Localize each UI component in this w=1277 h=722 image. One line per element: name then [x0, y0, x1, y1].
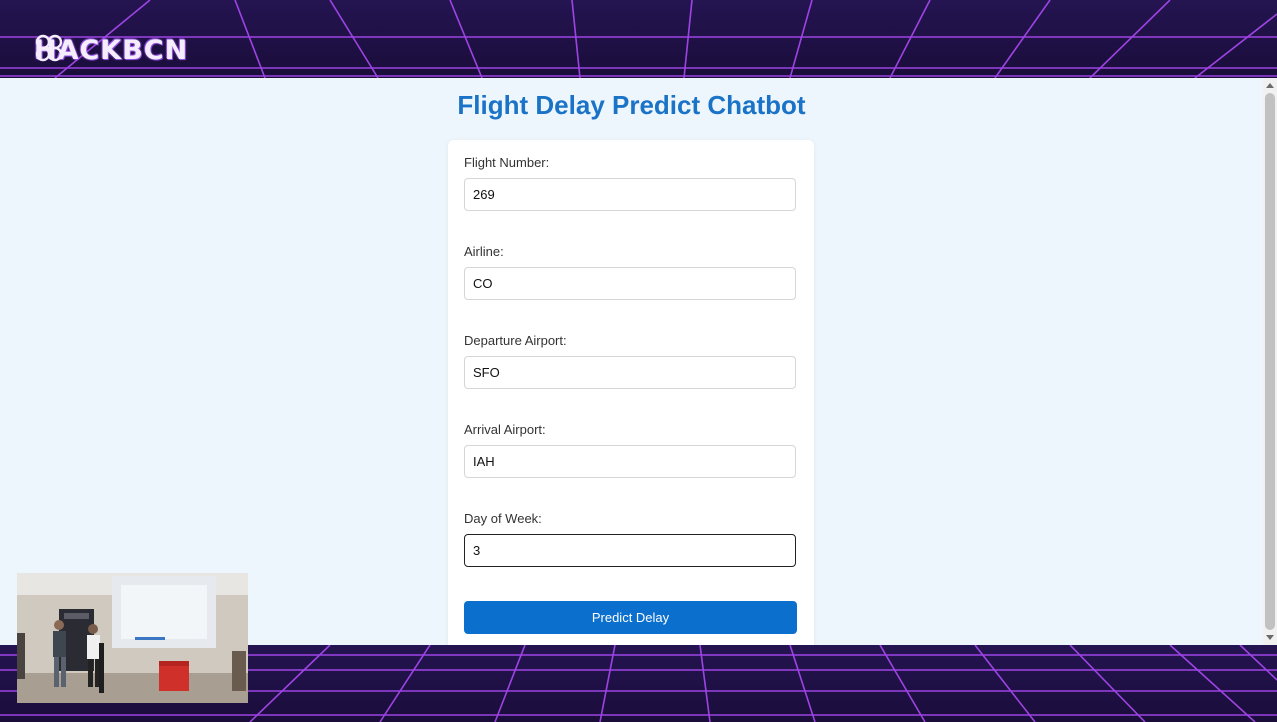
scroll-up-icon[interactable] — [1266, 83, 1274, 88]
prediction-form: Flight Number: Airline: Departure Airpor… — [448, 140, 814, 645]
logo-knot-icon — [35, 34, 63, 62]
page-title: Flight Delay Predict Chatbot — [457, 90, 806, 120]
flight-number-label: Flight Number: — [464, 155, 550, 170]
airline-input[interactable] — [464, 267, 796, 300]
webcam-scene-image — [17, 573, 248, 703]
vertical-scrollbar[interactable] — [1263, 78, 1277, 645]
flight-number-input[interactable] — [464, 178, 796, 211]
browser-viewport: Flight Delay Predict Chatbot Flight Numb… — [0, 78, 1277, 645]
arrival-airport-input[interactable] — [464, 445, 796, 478]
departure-airport-input[interactable] — [464, 356, 796, 389]
header-band: HACKBCN — [0, 0, 1277, 78]
webcam-overlay — [17, 573, 248, 703]
scroll-thumb[interactable] — [1265, 93, 1275, 630]
stream-frame: HACKBCN Flight Delay Predict Chatbot Fli… — [0, 0, 1277, 722]
arrival-airport-label: Arrival Airport: — [464, 422, 546, 437]
hackbcn-logo: HACKBCN — [34, 33, 188, 67]
airline-label: Airline: — [464, 244, 504, 259]
scroll-down-icon[interactable] — [1266, 635, 1274, 640]
departure-airport-label: Departure Airport: — [464, 333, 567, 348]
header-grid — [0, 0, 1277, 78]
day-of-week-input[interactable] — [464, 534, 796, 567]
day-of-week-label: Day of Week: — [464, 511, 542, 526]
predict-delay-button[interactable]: Predict Delay — [464, 601, 797, 634]
